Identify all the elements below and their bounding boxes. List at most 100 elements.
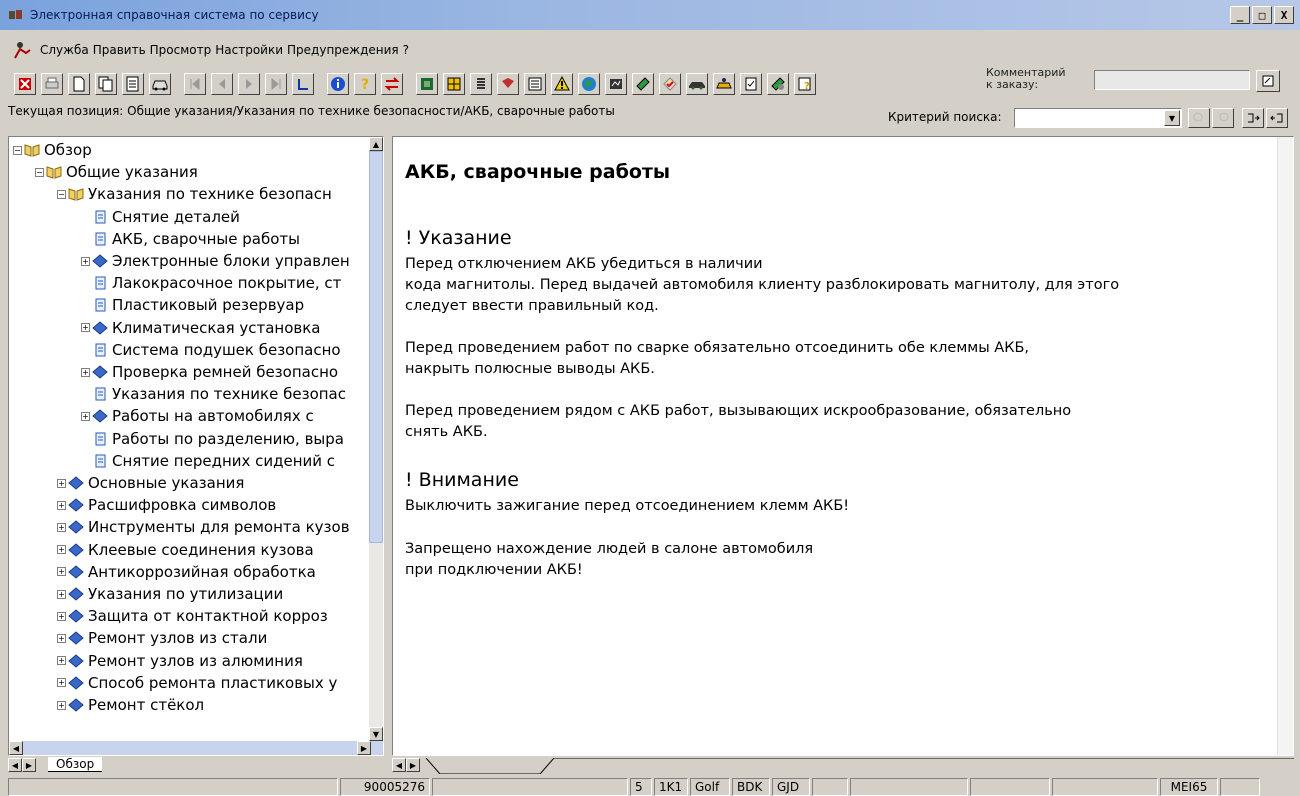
tree-item[interactable]: + Ремонт узлов из стали (57, 627, 267, 649)
expand-icon[interactable]: + (81, 367, 90, 377)
list-view-icon[interactable] (524, 73, 546, 95)
expand-icon[interactable]: + (81, 323, 90, 333)
tree-item[interactable]: + Защита от контактной корроз (57, 605, 328, 627)
expand-icon[interactable]: + (57, 545, 66, 555)
search-forward-icon[interactable] (1188, 108, 1210, 128)
next-page-icon[interactable] (238, 73, 260, 95)
menu-sluzhba[interactable]: Служба (40, 43, 89, 57)
tree-item[interactable]: − Обзор (13, 139, 92, 161)
tab-scroll-right-icon[interactable]: ▶ (22, 758, 36, 772)
collapse-icon[interactable]: − (13, 145, 22, 155)
tree-item[interactable]: + Расшифровка символов (57, 494, 276, 516)
maximize-button[interactable]: □ (1252, 6, 1272, 24)
tree-horizontal-scrollbar[interactable]: ◀ ▶ (9, 741, 383, 755)
scroll-right-icon[interactable]: ▶ (357, 741, 371, 755)
spring-icon[interactable] (470, 73, 492, 95)
expand-icon[interactable]: + (57, 678, 66, 688)
grid-icon[interactable] (443, 73, 465, 95)
tree-item[interactable]: + Ремонт узлов из алюминия (57, 650, 303, 672)
tree-item[interactable]: Указания по технике безопас (81, 383, 346, 405)
first-page-icon[interactable] (184, 73, 206, 95)
tree-item[interactable]: − Указания по технике безопасн (57, 183, 332, 205)
tree-item[interactable]: + Указания по утилизации (57, 583, 283, 605)
exit-icon[interactable] (14, 73, 36, 95)
expand-icon[interactable]: + (81, 411, 90, 421)
checklist-icon[interactable] (740, 73, 762, 95)
document-list-icon[interactable] (122, 73, 144, 95)
collapse-tree-icon[interactable] (1266, 108, 1288, 128)
scroll-left-icon[interactable]: ◀ (9, 741, 23, 755)
tree-item[interactable]: + Способ ремонта пластиковых у (57, 672, 337, 694)
expand-icon[interactable]: + (57, 611, 66, 621)
copy-document-icon[interactable] (95, 73, 117, 95)
previous-page-icon[interactable] (211, 73, 233, 95)
dropdown-arrow-icon[interactable]: ▼ (1164, 110, 1180, 126)
menu-help[interactable]: ? (403, 43, 409, 57)
tree-scroll-thumb[interactable] (369, 151, 383, 543)
tree-item[interactable]: + Ремонт стёкол (57, 694, 204, 716)
expand-icon[interactable]: + (57, 700, 66, 710)
car-icon[interactable] (149, 73, 171, 95)
new-document-icon[interactable] (68, 73, 90, 95)
close-button[interactable]: X (1274, 6, 1294, 24)
expand-icon[interactable]: + (57, 522, 66, 532)
collapse-icon[interactable]: − (35, 167, 44, 177)
return-up-icon[interactable] (292, 73, 314, 95)
tab-scroll-left-icon[interactable]: ◀ (8, 758, 22, 772)
warning-icon[interactable] (551, 73, 573, 95)
tree-item[interactable]: Снятие деталей (81, 206, 240, 228)
search-back-icon[interactable] (1212, 108, 1234, 128)
comment-edit-icon[interactable] (1256, 70, 1280, 92)
tree-item[interactable]: + Клеевые соединения кузова (57, 539, 314, 561)
tree-item[interactable]: Работы по разделению, выра (81, 428, 344, 450)
info-icon[interactable] (327, 73, 349, 95)
expand-icon[interactable]: + (57, 589, 66, 599)
globe-icon[interactable] (578, 73, 600, 95)
expand-icon[interactable]: + (57, 633, 66, 643)
last-page-icon[interactable] (265, 73, 287, 95)
tree-item[interactable]: + Основные указания (57, 472, 244, 494)
tree-item[interactable]: + Электронные блоки управлен (81, 250, 350, 272)
print-icon[interactable] (41, 73, 63, 95)
tree-vertical-scrollbar[interactable]: ▲ ▼ (369, 137, 383, 741)
comment-input[interactable] (1094, 70, 1250, 90)
tool-check-icon[interactable] (659, 73, 681, 95)
tree-item[interactable]: Система подушек безопасно (81, 339, 341, 361)
scroll-up-icon[interactable]: ▲ (369, 137, 383, 151)
scroll-down-icon[interactable]: ▼ (369, 727, 383, 741)
expand-icon[interactable]: + (81, 256, 90, 266)
menu-nastroyki[interactable]: Настройки (215, 43, 283, 57)
menu-prosmotr[interactable]: Просмотр (150, 43, 212, 57)
help-document-icon[interactable]: ? (794, 73, 816, 95)
tree-item[interactable]: Пластиковый резервуар (81, 294, 304, 316)
content-vertical-scrollbar[interactable] (1277, 137, 1293, 755)
tree-item[interactable]: + Климатическая установка (81, 317, 321, 339)
menu-preduprezhdeniya[interactable]: Предупреждения (287, 43, 399, 57)
help-question-icon[interactable]: ? (354, 73, 376, 95)
expand-icon[interactable]: + (57, 500, 66, 510)
tree-item[interactable]: + Инструменты для ремонта кузов (57, 516, 350, 538)
swap-arrows-icon[interactable] (381, 73, 403, 95)
expand-icon[interactable]: + (57, 656, 66, 666)
tree-item[interactable]: + Антикоррозийная обработка (57, 561, 316, 583)
search-criteria-select[interactable]: ▼ (1014, 108, 1182, 128)
module-icon[interactable] (416, 73, 438, 95)
tree-item[interactable]: АКБ, сварочные работы (81, 228, 300, 250)
book-green-icon[interactable] (632, 73, 654, 95)
tree-item[interactable]: + Работы на автомобилях с (81, 405, 314, 427)
tree-item[interactable]: Снятие передних сидений с (81, 450, 335, 472)
tree-item[interactable]: − Общие указания (35, 161, 198, 183)
tree-item[interactable]: + Проверка ремней безопасно (81, 361, 338, 383)
minimize-button[interactable]: _ (1230, 6, 1250, 24)
book-red-icon[interactable] (497, 73, 519, 95)
vehicle-person-icon[interactable] (713, 73, 735, 95)
car-model-icon[interactable] (686, 73, 708, 95)
expand-tree-icon[interactable] (1242, 108, 1264, 128)
book-settings-icon[interactable] (767, 73, 789, 95)
menu-pravit[interactable]: Править (93, 43, 146, 57)
expand-icon[interactable]: + (57, 478, 66, 488)
collapse-icon[interactable]: − (57, 189, 66, 199)
tree-item[interactable]: Лакокрасочное покрытие, ст (81, 272, 341, 294)
tab-obzor[interactable]: Обзор (48, 757, 103, 772)
expand-icon[interactable]: + (57, 567, 66, 577)
